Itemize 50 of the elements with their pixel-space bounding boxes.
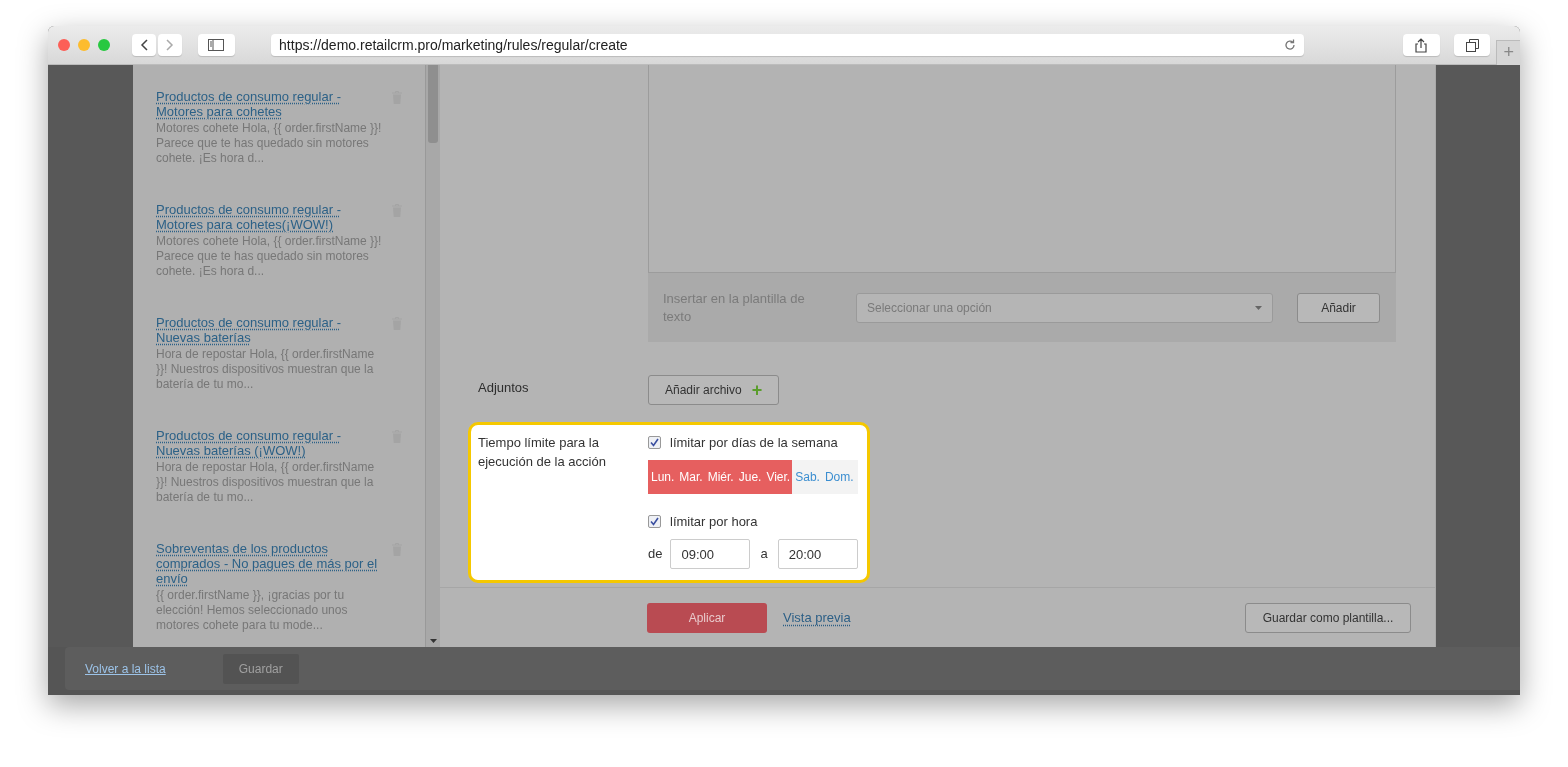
weekdays-checkbox-label: límitar por días de la semana	[670, 434, 838, 452]
address-bar[interactable]: https://demo.retailcrm.pro/marketing/rules/regular/create	[271, 34, 1305, 56]
url-text: https://demo.retailcrm.pro/marketing/rules/regular/create	[279, 35, 628, 55]
time-limit-label: Tiempo límite para la ejecución de la acción	[478, 434, 607, 471]
back-chevron-icon	[139, 39, 148, 51]
day-toggle[interactable]: Lun.	[648, 459, 677, 494]
checkbox[interactable]	[648, 514, 661, 528]
to-label: a	[760, 545, 768, 564]
tabs-button[interactable]	[1453, 34, 1491, 56]
share-icon	[1415, 37, 1428, 53]
reload-icon[interactable]	[1284, 39, 1297, 51]
from-label: de	[648, 545, 663, 564]
zoom-window-button[interactable]	[97, 39, 110, 51]
day-toggle[interactable]: Mar.	[676, 459, 705, 494]
tabs-icon	[1465, 38, 1479, 52]
day-toggle[interactable]: Miér.	[704, 459, 736, 494]
add-button[interactable]: Añadir	[1297, 292, 1380, 323]
template-title-link[interactable]: Productos de consumo regular - Nuevas baterías (¡WOW!)	[156, 428, 386, 458]
to-time-field[interactable]: 20:00	[777, 539, 858, 569]
from-time-field[interactable]: 09:00	[670, 539, 751, 569]
new-tab-button[interactable]: +	[1496, 39, 1520, 65]
day-toggle[interactable]: Vier.	[763, 459, 793, 494]
select-placeholder: Seleccionar una opción	[867, 299, 992, 317]
template-title-link[interactable]: Productos de consumo regular - Motores para cohetes(¡WOW!)	[156, 202, 386, 232]
option-select[interactable]: Seleccionar una opción	[856, 292, 1273, 323]
sidebar-icon	[208, 39, 225, 51]
back-to-list-link[interactable]: Volver a la lista	[85, 659, 166, 678]
preview-link[interactable]: Vista previa	[783, 607, 851, 628]
share-button[interactable]	[1403, 34, 1440, 56]
hours-checkbox-label: límitar por hora	[670, 512, 758, 531]
attachments-label: Adjuntos	[477, 379, 530, 397]
apply-button[interactable]: Aplicar	[647, 602, 767, 633]
scroll-down-icon[interactable]	[430, 639, 437, 643]
sidebar-button[interactable]	[197, 34, 236, 56]
minimize-window-button[interactable]	[77, 39, 90, 51]
text-area[interactable]	[648, 65, 1396, 273]
plus-icon: +	[751, 376, 763, 404]
day-toggle[interactable]: Jue.	[735, 459, 764, 494]
scrollbar-thumb[interactable]	[428, 65, 438, 143]
add-file-button[interactable]: Añadir archivo +	[648, 375, 780, 405]
template-title-link[interactable]: Productos de consumo regular - Nuevas baterías	[156, 315, 386, 345]
template-title-link[interactable]: Sobreventas de los productos comprados - No pagues de más por el envío	[156, 541, 386, 586]
back-button[interactable]	[131, 34, 156, 56]
dropdown-caret-icon	[1255, 305, 1262, 310]
forward-button[interactable]	[157, 34, 182, 56]
template-title-link[interactable]: Productos de consumo regular - Motores para cohetes	[156, 89, 386, 119]
forward-chevron-icon	[165, 39, 174, 51]
close-window-button[interactable]	[58, 39, 70, 51]
checkbox[interactable]	[648, 436, 661, 450]
save-template-button[interactable]: Guardar como plantilla...	[1245, 602, 1411, 633]
